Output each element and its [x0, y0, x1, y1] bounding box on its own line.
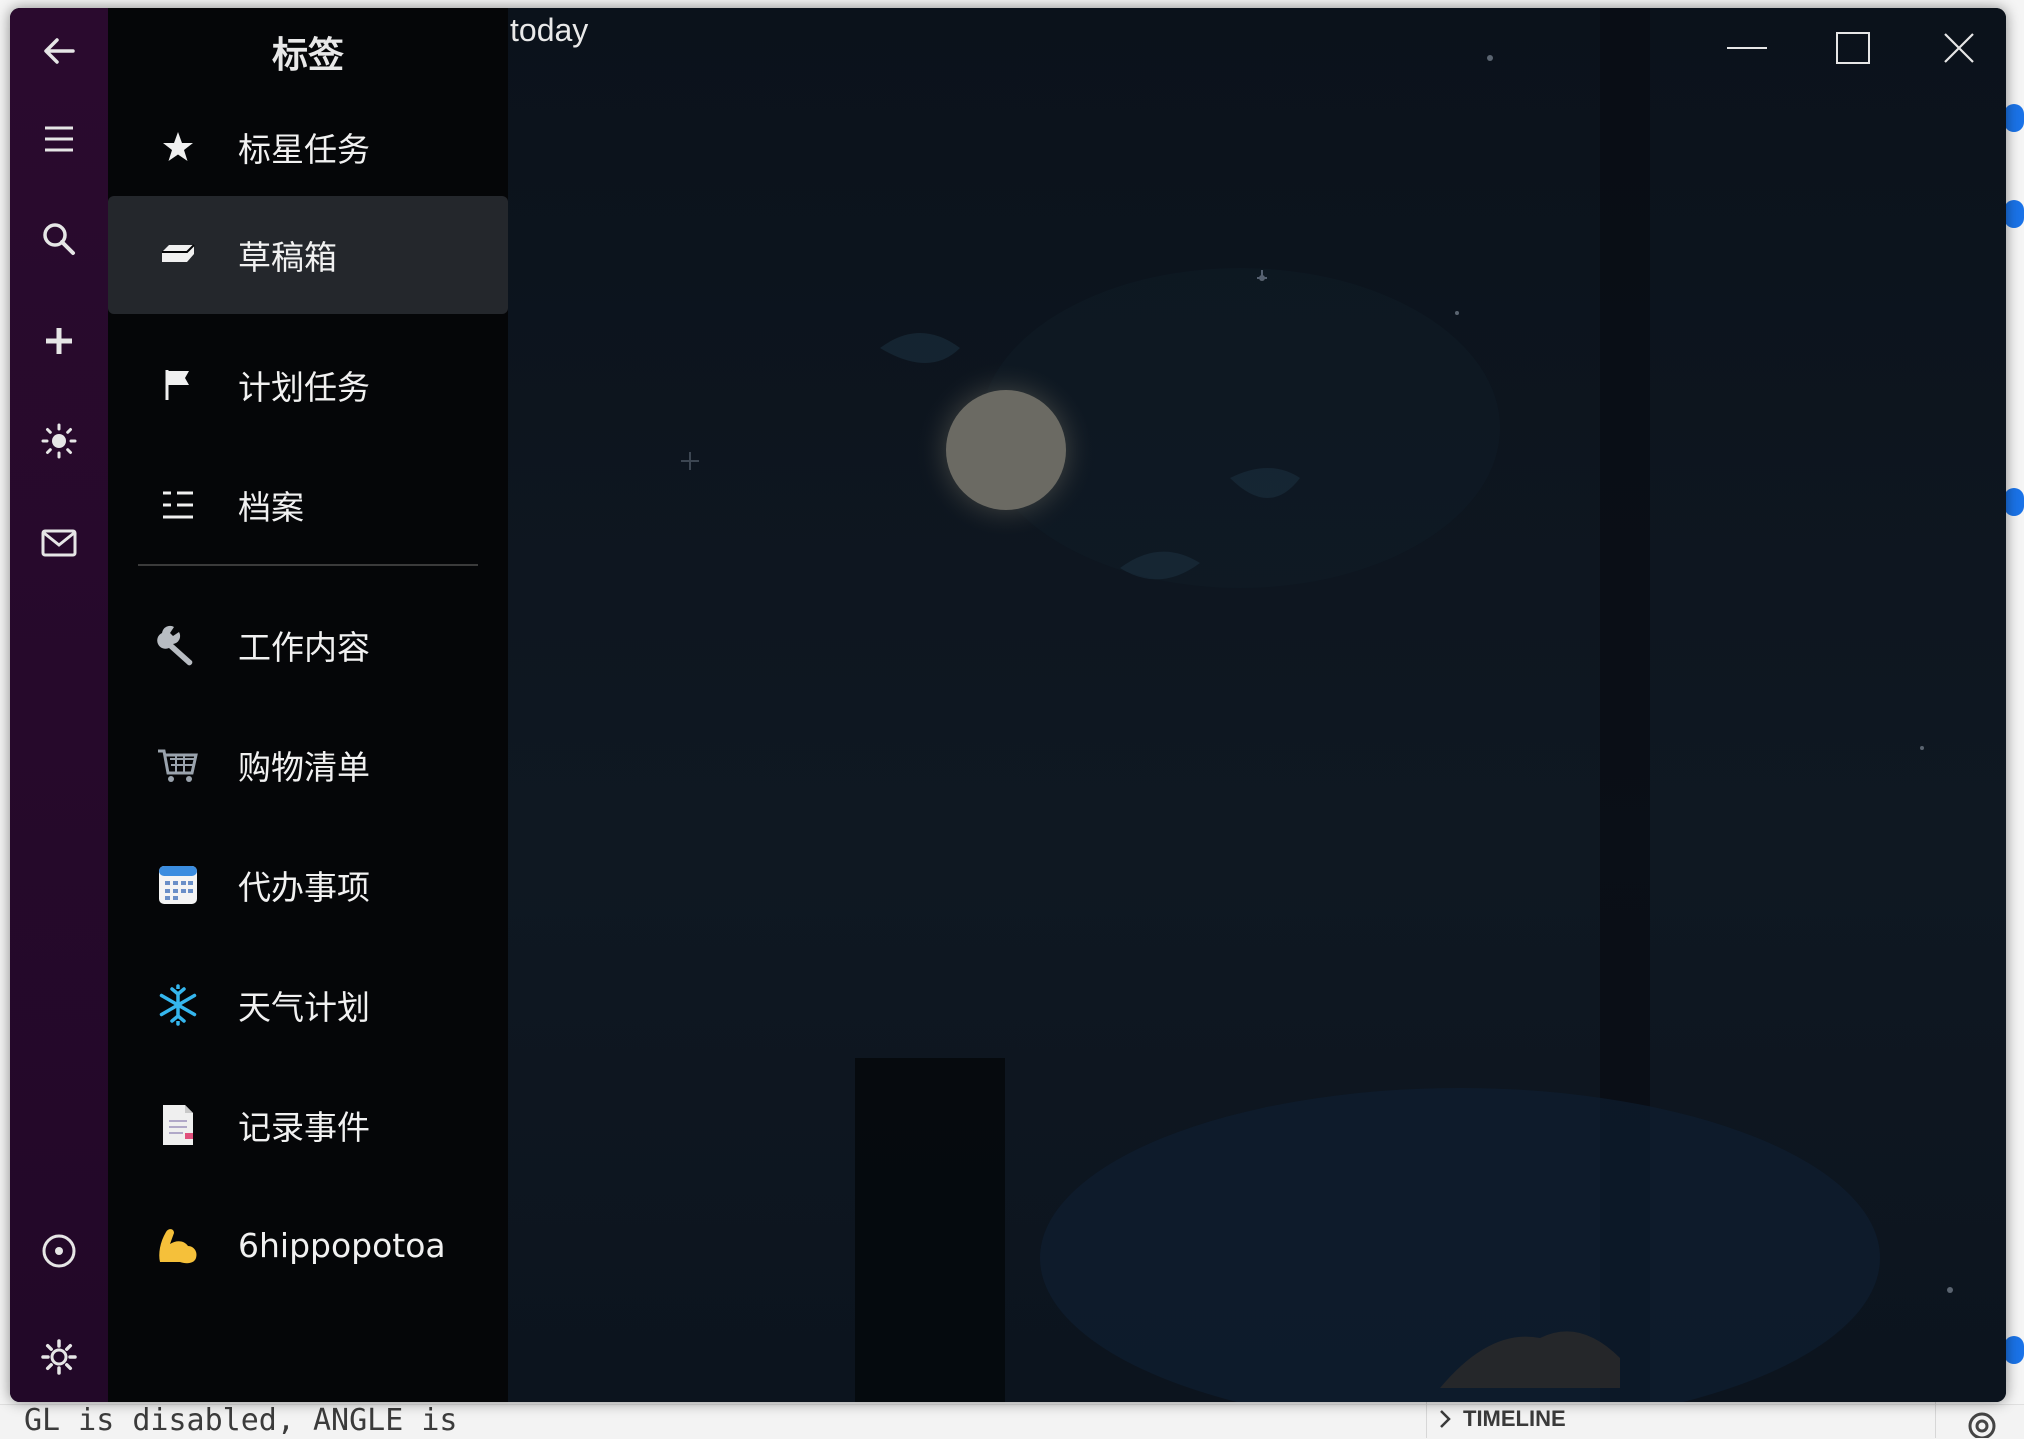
nav-item-label: 标星任务: [238, 130, 370, 169]
star-icon: [156, 125, 200, 169]
back-arrow-icon: [44, 38, 75, 64]
timeline-label: TIMELINE: [1463, 1406, 1566, 1431]
minimize-icon: [1727, 47, 1767, 49]
plus-icon: [46, 328, 72, 354]
theme-button[interactable]: [24, 406, 94, 476]
nav-item-starred[interactable]: 标星任务: [108, 88, 508, 206]
close-button[interactable]: [1914, 18, 2004, 78]
nav-item-work[interactable]: 工作内容: [108, 586, 508, 704]
maximize-icon: [1836, 32, 1870, 64]
nav-item-drafts[interactable]: 草稿箱: [108, 196, 508, 314]
nav-item-label: 档案: [238, 488, 304, 527]
settings-button[interactable]: [24, 1322, 94, 1392]
wrench-icon: [156, 623, 200, 667]
nav-item-archive[interactable]: 档案: [108, 446, 508, 564]
app-window: 标签 标星任务 草稿箱 计划任务 档案 工作内容 购物清单 代办事项 天气计划 …: [10, 8, 2006, 1402]
nav-item-label: 草稿箱: [238, 238, 337, 277]
search-button[interactable]: [24, 204, 94, 274]
host-timeline-section[interactable]: TIMELINE: [1426, 1400, 1936, 1438]
host-indicator-dot: [2004, 200, 2024, 228]
nav-item-label: 计划任务: [238, 368, 370, 407]
snowflake-icon: [156, 983, 200, 1027]
nav-item-records[interactable]: 记录事件: [108, 1066, 508, 1184]
host-gear-icon[interactable]: [1960, 1402, 2004, 1438]
nav-item-label: 6hippopotoa: [238, 1225, 446, 1265]
nav-item-weather[interactable]: 天气计划: [108, 946, 508, 1064]
nav-item-label: 记录事件: [238, 1108, 370, 1147]
nav-item-planned[interactable]: 计划任务: [108, 326, 508, 444]
inbox-tray-icon: [156, 233, 200, 277]
host-indicator-dot: [2004, 104, 2024, 132]
panel-title: 标签: [271, 35, 344, 76]
hamburger-menu-icon: [45, 126, 73, 152]
mail-icon: [41, 529, 77, 557]
maximize-button[interactable]: [1808, 18, 1898, 78]
chevron-right-icon: [1440, 1410, 1451, 1428]
host-edge-mark: [0, 70, 10, 110]
shopping-cart-icon: [156, 743, 200, 787]
nav-item-shopping[interactable]: 购物清单: [108, 706, 508, 824]
menu-button[interactable]: [24, 104, 94, 174]
host-console-text: GL is disabled, ANGLE is: [24, 1403, 458, 1438]
nav-item-label: 代办事项: [238, 868, 370, 907]
nav-item-todo[interactable]: 代办事项: [108, 826, 508, 944]
search-icon: [43, 223, 75, 255]
settings-gear-icon: [41, 1339, 77, 1375]
flexed-biceps-icon: [156, 1223, 200, 1267]
nav-item-custom[interactable]: 6hippopotoa: [108, 1186, 508, 1304]
nav-item-label: 工作内容: [238, 628, 370, 667]
nav-item-label: 天气计划: [238, 988, 370, 1027]
add-button[interactable]: [24, 306, 94, 376]
tags-panel: 标签 标星任务 草稿箱 计划任务 档案 工作内容 购物清单 代办事项 天气计划 …: [108, 8, 508, 1402]
panel-divider: [138, 564, 478, 566]
flag-icon: [156, 363, 200, 407]
minimize-button[interactable]: [1702, 18, 1792, 78]
close-icon: [1944, 33, 1974, 63]
back-button[interactable]: [24, 16, 94, 86]
icon-rail: [10, 8, 108, 1402]
target-button[interactable]: [24, 1216, 94, 1286]
list-icon: [156, 483, 200, 527]
sun-icon: [41, 423, 77, 459]
document-icon: [156, 1103, 200, 1147]
mail-button[interactable]: [24, 508, 94, 578]
host-indicator-dot: [2004, 1336, 2024, 1364]
host-indicator-dot: [2004, 488, 2024, 516]
nav-item-label: 购物清单: [238, 748, 370, 787]
calendar-icon: [156, 863, 200, 907]
target-icon: [42, 1234, 76, 1268]
window-title: today: [510, 12, 589, 48]
